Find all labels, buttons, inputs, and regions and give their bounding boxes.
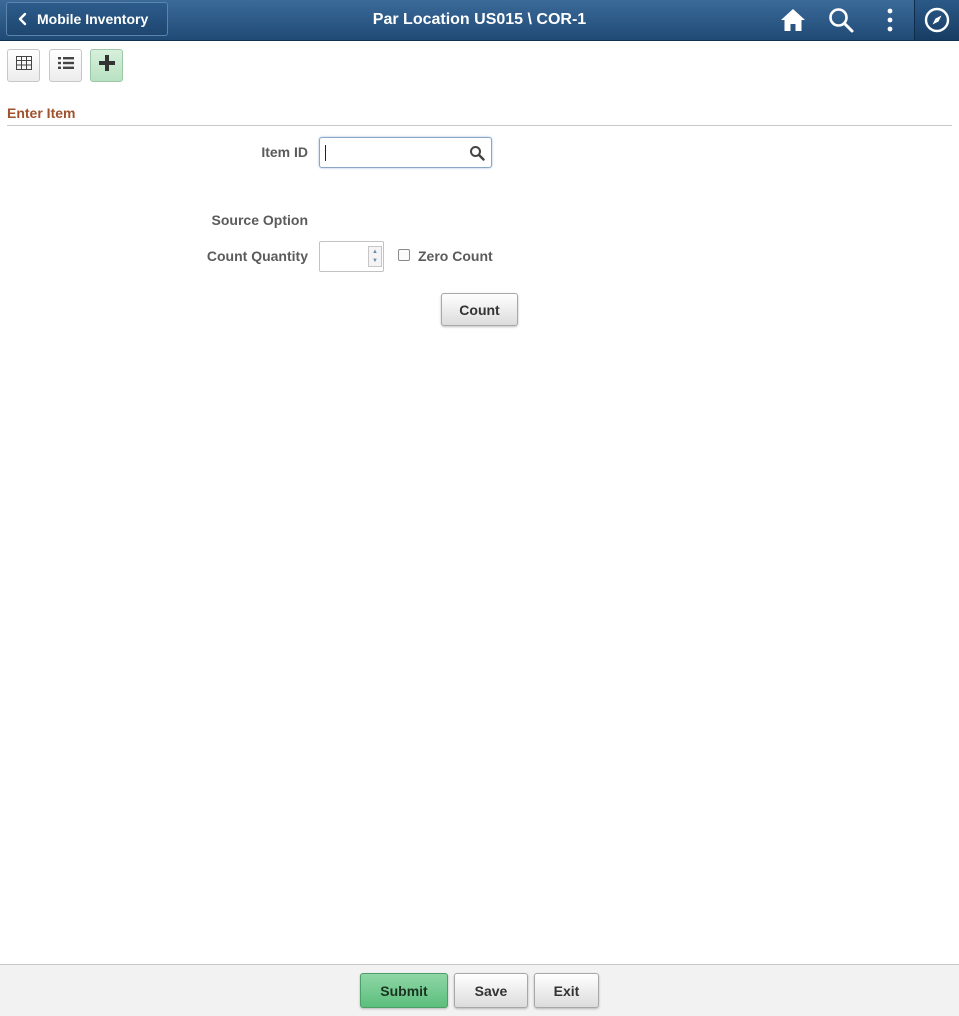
quantity-stepper[interactable]: ▲ ▼ [368,246,382,267]
footer-bar: Submit Save Exit [0,964,959,1016]
page-banner: Mobile Inventory Par Location US015 \ CO… [0,0,959,41]
grid-view-icon [15,56,32,75]
count-quantity-input[interactable]: ▲ ▼ [319,241,384,272]
actions-menu-icon[interactable] [876,6,904,34]
zero-count-label: Zero Count [418,248,493,264]
add-item-icon [98,54,116,77]
search-icon[interactable] [827,6,855,34]
home-icon[interactable] [779,6,807,34]
list-view-button[interactable] [49,49,82,82]
submit-button[interactable]: Submit [360,973,448,1008]
section-title: Enter Item [7,105,76,121]
navbar-compass-icon[interactable] [923,6,951,34]
list-view-icon [57,56,74,75]
item-id-input[interactable] [319,137,492,168]
section-divider [7,125,952,126]
chevron-left-icon [17,12,29,26]
exit-button[interactable]: Exit [534,973,599,1008]
save-button[interactable]: Save [454,973,528,1008]
grid-view-button[interactable] [7,49,40,82]
stepper-up-icon[interactable]: ▲ [369,247,381,257]
count-button[interactable]: Count [441,293,518,326]
add-item-button[interactable] [90,49,123,82]
lookup-search-icon[interactable] [469,145,485,161]
item-id-label: Item ID [261,144,308,160]
zero-count-checkbox[interactable] [398,249,410,261]
navbar-area [914,0,959,40]
back-button[interactable]: Mobile Inventory [6,2,168,36]
stepper-down-icon[interactable]: ▼ [369,257,381,267]
back-button-label: Mobile Inventory [37,11,149,27]
text-caret [325,145,326,161]
count-quantity-label: Count Quantity [206,248,308,264]
source-option-label: Source Option [211,212,308,228]
